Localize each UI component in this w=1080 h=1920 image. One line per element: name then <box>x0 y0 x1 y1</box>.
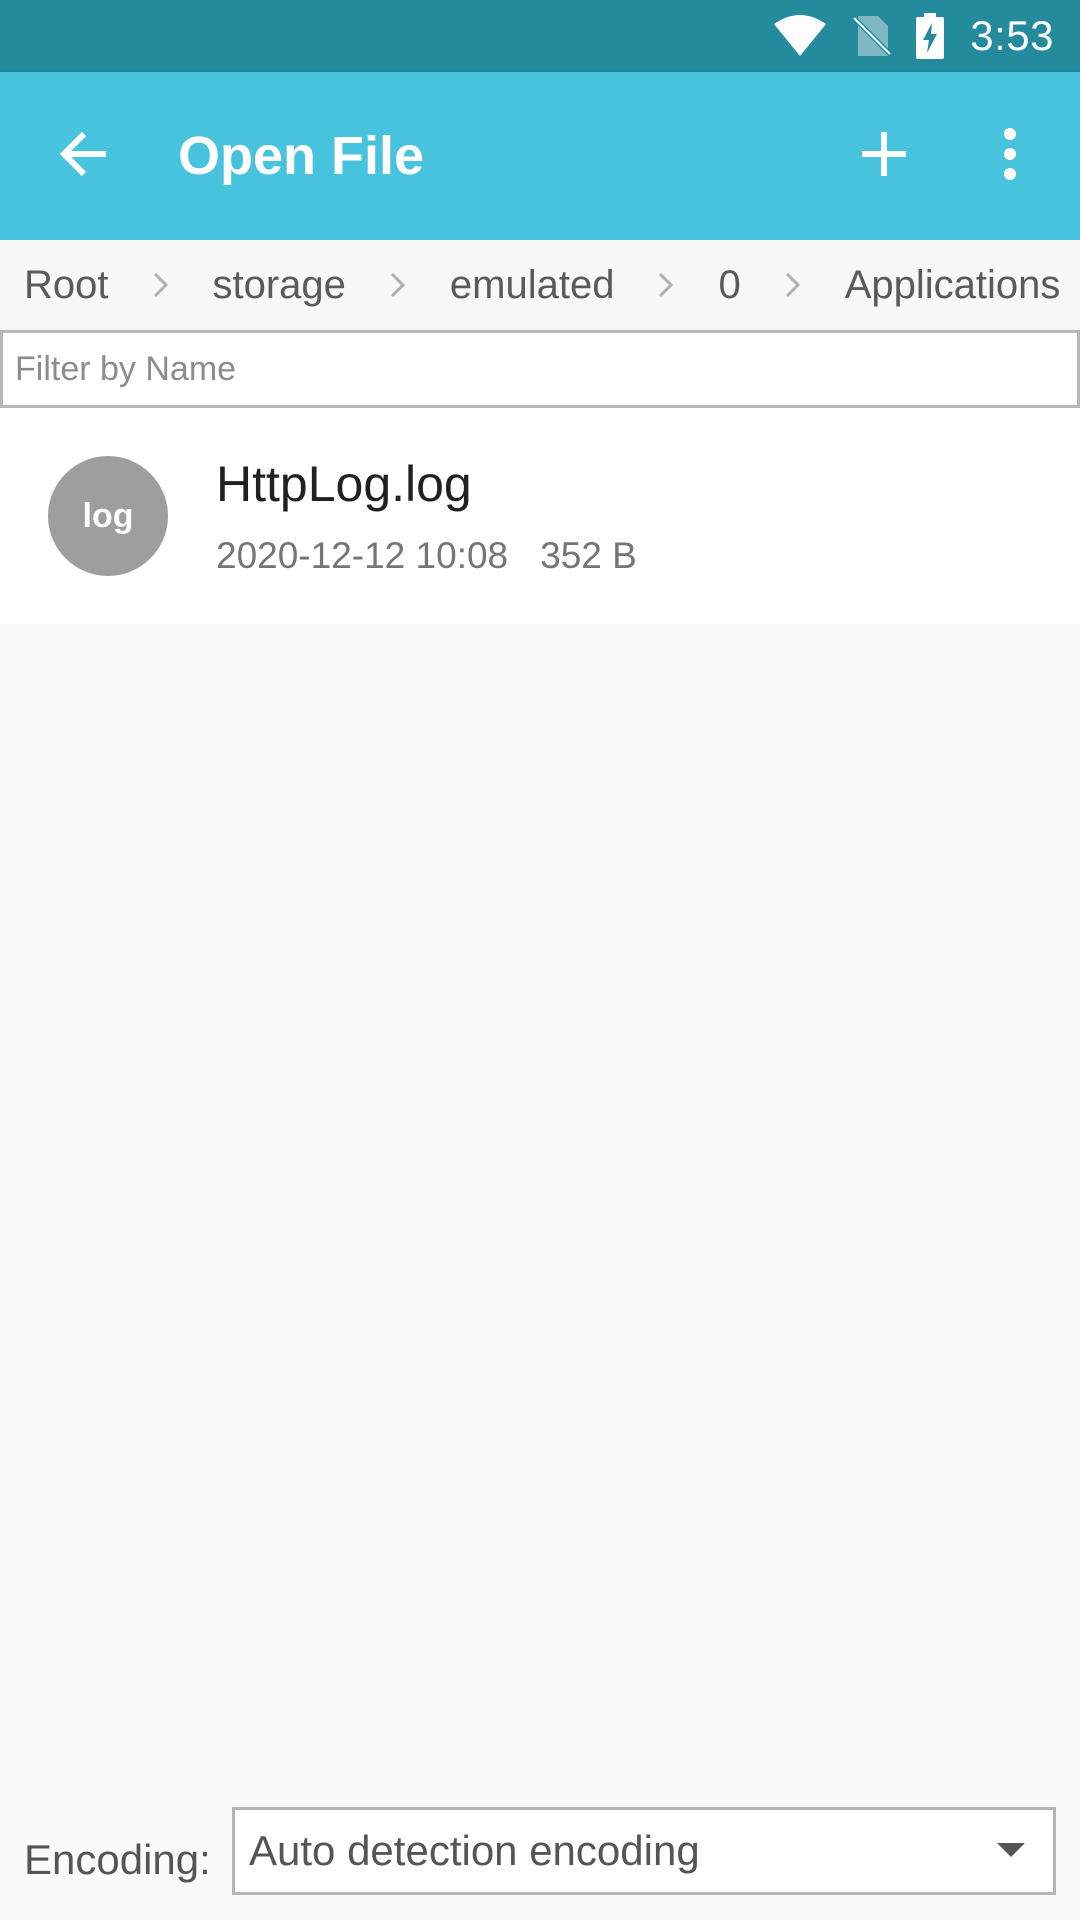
encoding-label: Encoding: <box>24 1836 211 1883</box>
file-list: log HttpLog.log 2020-12-12 10:08 352 B <box>0 408 1080 624</box>
filter-container <box>0 330 1080 408</box>
encoding-dropdown[interactable]: Auto detection encoding <box>232 1807 1056 1895</box>
encoding-value: Auto detection encoding <box>249 1827 700 1874</box>
more-vert-icon <box>1000 127 1020 185</box>
battery-charging-icon <box>916 13 945 59</box>
page-title: Open File <box>178 126 425 186</box>
breadcrumb-applications[interactable]: Applications <box>845 263 1061 308</box>
breadcrumb-0[interactable]: 0 <box>718 263 740 308</box>
plus-icon <box>860 130 908 183</box>
encoding-bar: Encoding: Auto detection encoding <box>0 1800 1080 1920</box>
arrow-back-icon <box>58 128 110 185</box>
status-time: 3:53 <box>970 12 1054 59</box>
chevron-right-icon <box>614 271 718 299</box>
chevron-right-icon <box>109 271 213 299</box>
file-size: 352 B <box>540 535 637 576</box>
no-sim-icon <box>852 14 893 58</box>
file-date: 2020-12-12 10:08 <box>216 535 509 576</box>
breadcrumb-root[interactable]: Root <box>24 263 109 308</box>
wifi-icon <box>772 14 828 58</box>
back-button[interactable] <box>36 108 132 204</box>
file-type-avatar: log <box>48 456 168 576</box>
file-meta: 2020-12-12 10:08 352 B <box>216 535 637 577</box>
app-bar: Open File <box>0 72 1080 240</box>
add-button[interactable] <box>836 108 932 204</box>
filter-input[interactable] <box>0 330 1080 408</box>
file-info: HttpLog.log 2020-12-12 10:08 352 B <box>216 455 637 577</box>
dropdown-arrow-icon <box>997 1843 1025 1859</box>
breadcrumb-emulated[interactable]: emulated <box>450 263 615 308</box>
status-bar: 3:53 <box>0 0 1080 72</box>
list-item[interactable]: log HttpLog.log 2020-12-12 10:08 352 B <box>0 408 1080 624</box>
breadcrumb-storage[interactable]: storage <box>213 263 346 308</box>
file-name: HttpLog.log <box>216 456 472 512</box>
more-options-button[interactable] <box>962 108 1058 204</box>
breadcrumb: Root storage emulated 0 Applications <box>0 240 1080 330</box>
chevron-right-icon <box>741 271 845 299</box>
chevron-right-icon <box>346 271 450 299</box>
